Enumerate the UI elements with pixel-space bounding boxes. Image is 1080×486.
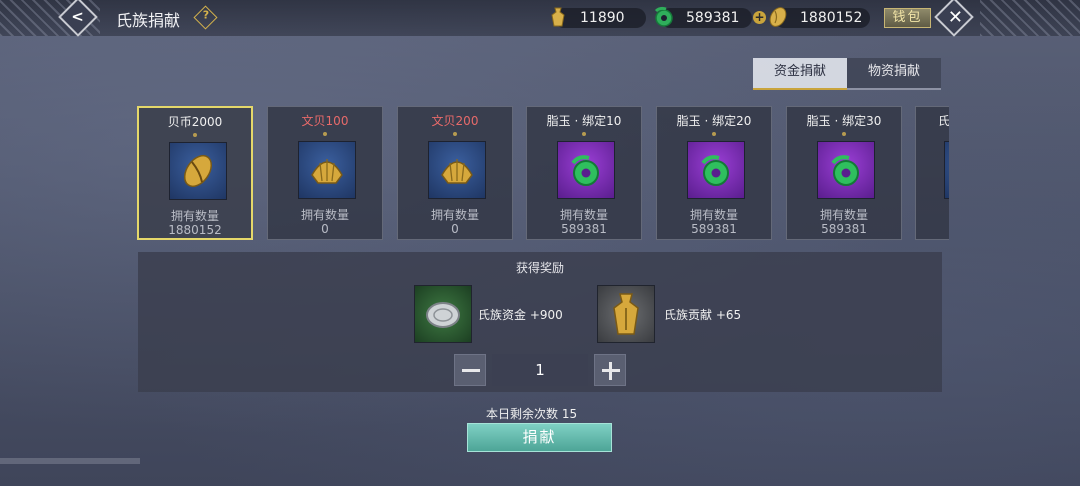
reward-fund-text: 氏族资金 +900 (478, 308, 563, 322)
help-icon[interactable]: ? (193, 5, 218, 30)
divider-dot (582, 132, 586, 136)
quantity-stepper[interactable]: 1 (492, 354, 588, 386)
add-currency-icon[interactable]: + (753, 11, 766, 24)
top-bar: < 氏族捐献 ? 11890 589381 + 1880152 钱包 ✕ (0, 0, 1080, 37)
scroll-indicator (0, 458, 140, 464)
plus-icon-vertical (609, 362, 612, 380)
reward-contribution-text: 氏族贡献 +65 (664, 308, 742, 322)
decrease-button[interactable] (454, 354, 486, 386)
increase-button[interactable] (594, 354, 626, 386)
wallet-button[interactable]: 钱包 (884, 8, 931, 28)
donation-card[interactable]: 脂玉 · 绑定10 拥有数量 589381 (526, 106, 642, 240)
currency-bell-coin: 11890 (551, 7, 646, 28)
remaining-count: 本日剩余次数 15 (486, 407, 578, 421)
jade-ring-icon (817, 141, 875, 199)
gold-shell-icon (769, 7, 787, 27)
partial-card-icon (944, 141, 949, 199)
divider-dot (193, 133, 197, 137)
divider-dot (842, 132, 846, 136)
currency-jade: 589381 + (654, 6, 766, 28)
close-icon: ✕ (947, 7, 963, 29)
donation-card[interactable]: 文贝200 拥有数量 0 (397, 106, 513, 240)
divider-dot (453, 132, 457, 136)
page-title: 氏族捐献 (116, 11, 181, 30)
close-button[interactable]: ✕ (934, 0, 974, 37)
gold-bell-coin-icon (551, 7, 565, 27)
silver-coin-icon (414, 285, 472, 343)
jade-ring-icon (687, 141, 745, 199)
tab-material-donation[interactable]: 物资捐献 (847, 58, 941, 90)
tab-fund-donation[interactable]: 资金捐献 (753, 58, 847, 90)
divider-dot (712, 132, 716, 136)
donation-item-list: 贝币2000 拥有数量 1880152 文贝100 拥有数量 0 文贝200 拥… (137, 105, 949, 242)
donation-card[interactable]: 脂玉 · 绑定20 拥有数量 589381 (656, 106, 772, 240)
gold-bell-coin-icon (597, 285, 655, 343)
jade-ring-icon (557, 141, 615, 199)
donation-card[interactable]: 脂玉 · 绑定30 拥有数量 589381 (786, 106, 902, 240)
donation-card[interactable]: 贝币2000 拥有数量 1880152 (137, 106, 253, 240)
currency-shell: 1880152 (769, 7, 870, 28)
reward-title: 获得奖励 (515, 261, 564, 275)
reward-panel: 获得奖励 氏族资金 +900 氏族贡献 +65 1 (138, 252, 942, 392)
chevron-left-icon: < (71, 7, 84, 26)
gold-cowrie-shell-icon (169, 142, 227, 200)
gold-scallop-shell-icon (428, 141, 486, 199)
donation-card[interactable]: 文贝100 拥有数量 0 (267, 106, 383, 240)
jade-ring-icon (654, 6, 673, 27)
minus-icon (462, 369, 480, 372)
corner-decoration (980, 0, 1080, 36)
donate-button[interactable]: 捐献 (467, 423, 612, 452)
divider-dot (323, 132, 327, 136)
gold-scallop-shell-icon (298, 141, 356, 199)
donation-card-partial[interactable]: 氏 (915, 106, 949, 240)
